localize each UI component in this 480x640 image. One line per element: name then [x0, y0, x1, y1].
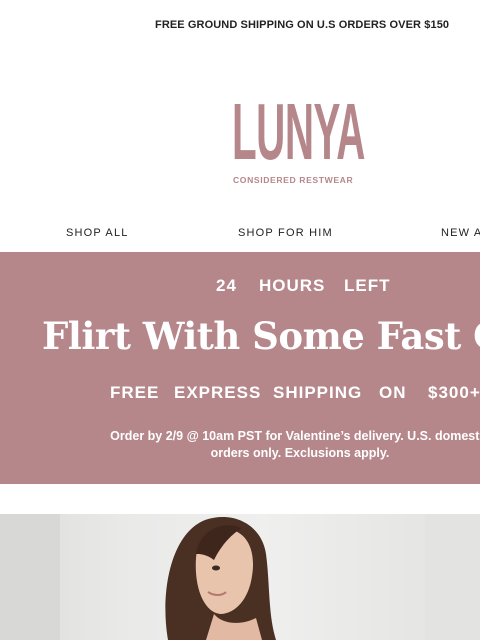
hero-photo-model [0, 514, 480, 640]
nav-shop-for-him[interactable]: SHOP FOR HIM [238, 227, 333, 239]
shipping-announcement-text: FREE GROUND SHIPPING ON U.S ORDERS OVER … [155, 19, 450, 31]
promo-banner[interactable]: 24 HOURS LEFT Flirt With Some Fast C FRE… [0, 252, 480, 484]
countdown-hours-label: HOURS [259, 276, 326, 295]
promo-word-free: FREE [110, 383, 160, 402]
main-nav: SHOP ALL SHOP FOR HIM NEW A [0, 222, 480, 246]
countdown-number: 24 [216, 276, 237, 295]
hero-image[interactable] [0, 514, 480, 640]
countdown-left-label: LEFT [344, 276, 391, 295]
brand-logo[interactable]: LUNYA CONSIDERED RESTWEAR [232, 92, 368, 188]
nav-shop-all[interactable]: SHOP ALL [66, 227, 129, 239]
logo-wordmark: LUNYA [232, 87, 365, 176]
promo-headline: Flirt With Some Fast C [42, 314, 480, 358]
promo-word-shipping: SHIPPING [273, 383, 363, 402]
nav-new-arrivals[interactable]: NEW A [441, 227, 480, 239]
promo-fine-print: Order by 2/9 @ 10am PST for Valentine’s … [110, 429, 480, 460]
promo-word-threshold: $300+ [428, 383, 480, 402]
promo-word-on: ON [379, 383, 407, 402]
logo-tagline: CONSIDERED RESTWEAR [233, 175, 354, 185]
shipping-announcement-bar: FREE GROUND SHIPPING ON U.S ORDERS OVER … [0, 0, 480, 52]
promo-word-express: EXPRESS [174, 383, 262, 402]
